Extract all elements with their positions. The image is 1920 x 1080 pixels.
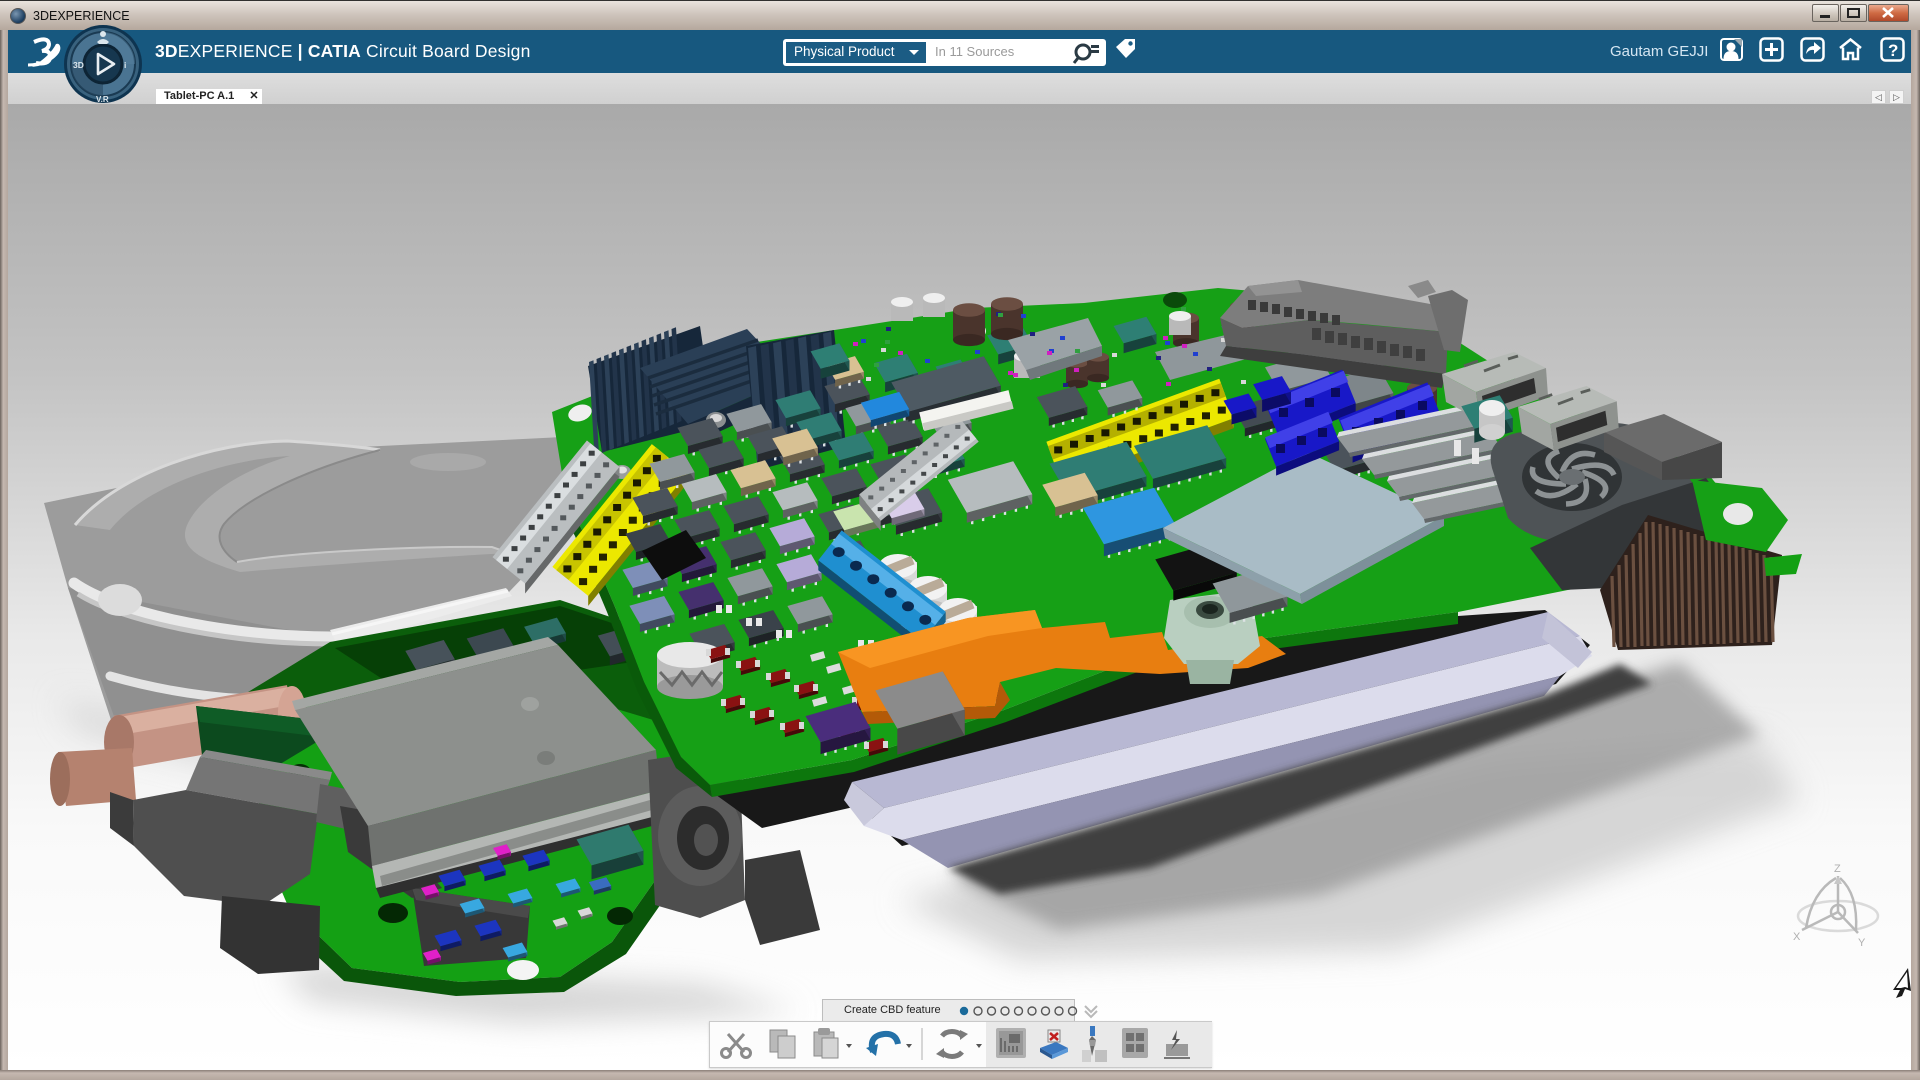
svg-text:Z: Z — [1834, 863, 1841, 875]
svg-text:?: ? — [1888, 41, 1898, 60]
svg-text:3D: 3D — [73, 60, 84, 70]
svg-text:i: i — [124, 60, 126, 70]
svg-text:Y: Y — [1858, 937, 1866, 949]
svg-text:V.R: V.R — [96, 95, 109, 104]
svg-text:X: X — [1793, 931, 1801, 943]
